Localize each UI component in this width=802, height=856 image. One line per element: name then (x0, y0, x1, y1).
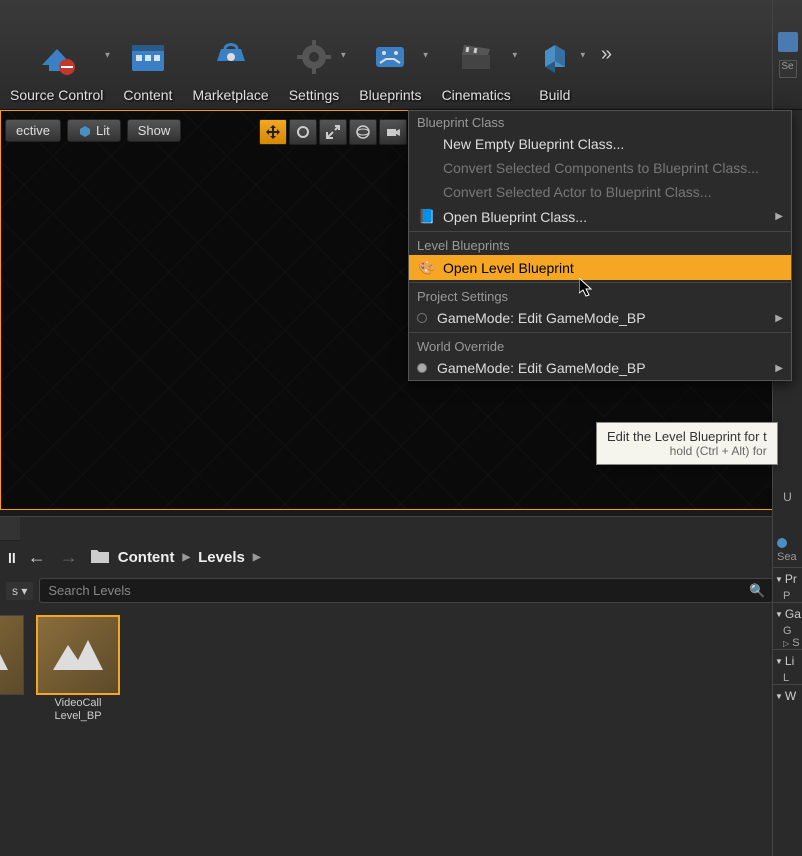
chevron-down-icon: ▼ (511, 50, 519, 59)
menu-gamemode-project[interactable]: GameMode: Edit GameMode_BP▶ (409, 306, 791, 330)
radio-icon (417, 363, 427, 373)
panel-row: P (773, 590, 802, 602)
dropdown-section-header: World Override (409, 335, 791, 356)
panel-section[interactable]: ▼Pr (773, 567, 802, 590)
panel-row: L (773, 672, 802, 684)
camera-tool-button[interactable] (379, 119, 407, 145)
content-browser-filter-row: s ▾ Search Levels 🔍 💾 (0, 574, 802, 607)
viewport-mode-button[interactable]: ective (5, 119, 61, 142)
marketplace-button[interactable]: Marketplace (186, 0, 274, 109)
translate-tool-button[interactable] (259, 119, 287, 145)
panel-section[interactable]: ▼Li (773, 649, 802, 672)
marketplace-icon (207, 33, 255, 81)
breadcrumb-item[interactable]: Levels (198, 549, 245, 566)
viewport-show-button[interactable]: Show (127, 119, 182, 142)
tooltip-text: Edit the Level Blueprint for t (607, 429, 767, 444)
panel-row: G (773, 625, 802, 637)
source-control-button[interactable]: Source Control ▼ (4, 0, 109, 109)
viewport-transform-toolbar (259, 119, 407, 145)
toolbar-overflow-button[interactable]: » (593, 43, 620, 66)
content-browser-tab[interactable] (0, 517, 20, 541)
build-icon (531, 33, 579, 81)
add-new-button[interactable]: ll (8, 550, 16, 566)
cube-icon (78, 124, 92, 138)
panel-section[interactable]: ▼W (773, 684, 802, 707)
tooltip: Edit the Level Blueprint for t hold (Ctr… (596, 422, 778, 465)
search-icon: 🔍 (749, 583, 765, 599)
filters-dropdown[interactable]: s ▾ (6, 582, 33, 600)
blueprints-button[interactable]: Blueprints ▼ (353, 0, 427, 109)
scale-tool-button[interactable] (319, 119, 347, 145)
content-button[interactable]: Content (117, 0, 178, 109)
panel-row: ▷ S (773, 637, 802, 649)
search-input[interactable]: Search Levels 🔍 (39, 578, 772, 603)
menu-convert-components: Convert Selected Components to Blueprint… (409, 156, 791, 180)
asset-thumbnail (36, 615, 120, 695)
asset-item[interactable]: VideoCall Level_BP (34, 615, 122, 725)
blueprint-class-icon: 📘 (417, 208, 437, 225)
chevron-right-icon: ▶ (253, 552, 261, 563)
menu-open-level-blueprint[interactable]: 🎨Open Level Blueprint (409, 255, 791, 280)
panel-section[interactable]: ▼Ga (773, 602, 802, 625)
menu-divider (409, 231, 791, 232)
asset-item[interactable]: all (0, 615, 26, 725)
chevron-right-icon: ▶ (182, 552, 190, 563)
menu-divider (409, 332, 791, 333)
dropdown-section-header: Project Settings (409, 285, 791, 306)
submenu-arrow-icon: ▶ (775, 211, 783, 222)
viewport-lit-button[interactable]: Lit (67, 119, 121, 142)
blueprints-dropdown-menu: Blueprint Class New Empty Blueprint Clas… (408, 110, 792, 381)
tooltip-hint: hold (Ctrl + Alt) for (607, 444, 767, 458)
u-label: U (773, 490, 802, 504)
content-browser-nav: ll ← → Content ▶ Levels ▶ 🔓 (0, 541, 802, 574)
dropdown-section-header: Blueprint Class (409, 111, 791, 132)
chevron-down-icon: ▼ (339, 50, 347, 59)
viewport-toolbar: ective Lit Show (1, 119, 181, 142)
rotate-tool-button[interactable] (289, 119, 317, 145)
content-browser: ll ← → Content ▶ Levels ▶ 🔓 s ▾ Search L… (0, 516, 802, 856)
blueprints-icon (366, 33, 414, 81)
chevron-down-icon: ▼ (103, 50, 111, 59)
panel-icon (778, 32, 798, 52)
right-panel-header: Se (773, 0, 802, 110)
menu-new-empty-blueprint[interactable]: New Empty Blueprint Class... (409, 132, 791, 156)
build-button[interactable]: Build ▼ (525, 0, 585, 109)
settings-button[interactable]: Settings ▼ (283, 0, 346, 109)
chevron-down-icon: ▼ (422, 50, 430, 59)
search-field[interactable]: Se (779, 60, 797, 78)
source-control-icon (33, 33, 81, 81)
dropdown-section-header: Level Blueprints (409, 234, 791, 255)
submenu-arrow-icon: ▶ (775, 313, 783, 324)
main-toolbar: Source Control ▼ Content Marketplace Set… (0, 0, 802, 110)
menu-divider (409, 282, 791, 283)
submenu-arrow-icon: ▶ (775, 363, 783, 374)
chevron-down-icon: ▼ (579, 50, 587, 59)
asset-grid: all VideoCall Level_BP (0, 607, 802, 733)
menu-open-blueprint-class[interactable]: 📘Open Blueprint Class...▶ (409, 204, 791, 229)
asset-label: VideoCall Level_BP (52, 695, 103, 725)
cinematics-button[interactable]: Cinematics ▼ (436, 0, 517, 109)
settings-icon (290, 33, 338, 81)
cinematics-icon (452, 33, 500, 81)
menu-convert-actor: Convert Selected Actor to Blueprint Clas… (409, 180, 791, 204)
radio-icon (417, 313, 427, 323)
search-label: Sea (773, 534, 802, 567)
level-blueprint-icon: 🎨 (417, 259, 437, 276)
asset-thumbnail (0, 615, 24, 695)
globe-tool-button[interactable] (349, 119, 377, 145)
content-icon (124, 33, 172, 81)
breadcrumb: Content ▶ Levels ▶ (90, 548, 261, 568)
nav-forward-button[interactable]: → (58, 547, 80, 568)
nav-back-button[interactable]: ← (26, 547, 48, 568)
folder-icon (90, 548, 110, 568)
breadcrumb-item[interactable]: Content (118, 549, 175, 566)
menu-gamemode-world[interactable]: GameMode: Edit GameMode_BP▶ (409, 356, 791, 380)
